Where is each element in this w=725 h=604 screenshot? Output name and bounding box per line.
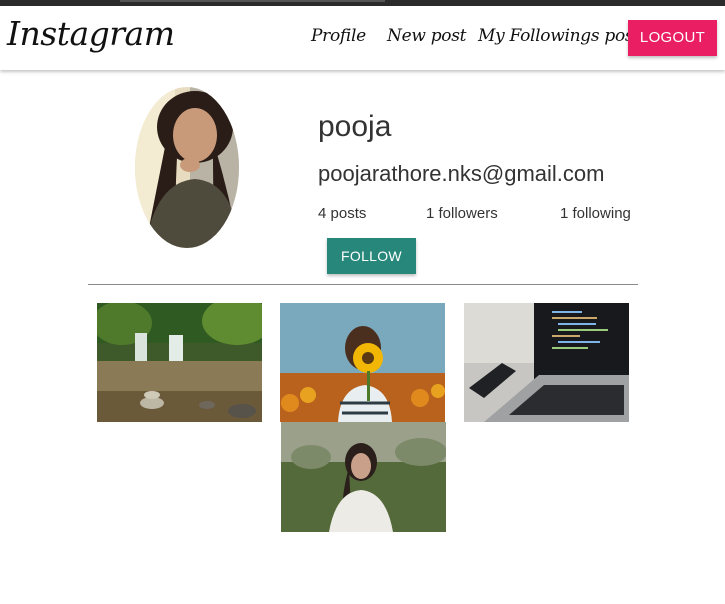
nav-link-followings-post[interactable]: My Followings post xyxy=(478,26,640,46)
laptop-photo xyxy=(464,303,629,422)
profile-username: pooja xyxy=(318,110,392,143)
navbar: Instagram Profile New post My Followings… xyxy=(0,6,725,70)
post-thumbnail[interactable] xyxy=(464,303,629,422)
nav-link-new-post[interactable]: New post xyxy=(387,26,466,46)
profile-photo xyxy=(135,87,239,248)
avatar xyxy=(135,87,239,248)
waterfall-photo xyxy=(97,303,262,422)
sunflower-photo xyxy=(280,303,445,422)
followers-count[interactable]: 1 followers xyxy=(426,205,498,222)
brand-logo[interactable]: Instagram xyxy=(7,14,175,53)
logout-button[interactable]: LOGOUT xyxy=(628,20,717,56)
woman-in-field-photo xyxy=(281,422,446,532)
posts-count: 4 posts xyxy=(318,205,367,222)
divider xyxy=(88,284,638,285)
follow-button[interactable]: FOLLOW xyxy=(327,238,416,274)
post-thumbnail[interactable] xyxy=(97,303,262,422)
post-thumbnail[interactable] xyxy=(280,303,445,422)
following-count[interactable]: 1 following xyxy=(560,205,631,222)
nav-link-profile[interactable]: Profile xyxy=(311,26,366,46)
scroll-indicator xyxy=(120,0,385,2)
post-thumbnail[interactable] xyxy=(281,422,446,532)
profile-email: poojarathore.nks@gmail.com xyxy=(318,161,605,186)
